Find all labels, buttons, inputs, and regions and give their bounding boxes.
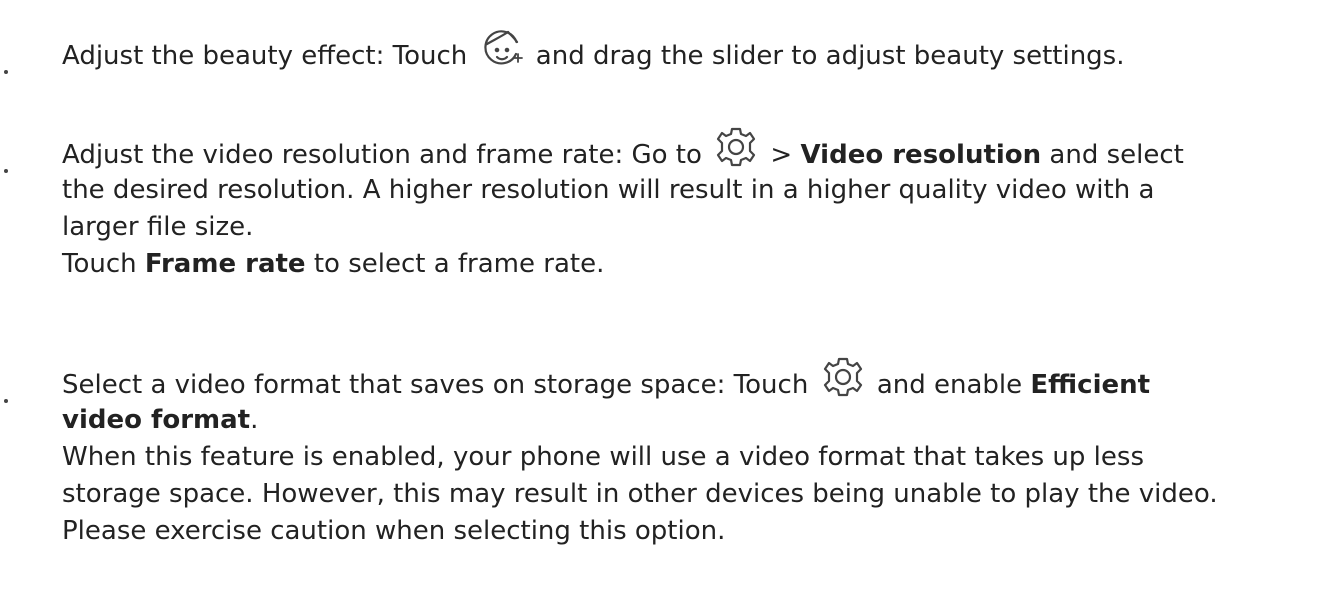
item-text: When this feature is enabled, your phone… — [62, 442, 1144, 472]
item-text: . — [250, 405, 259, 435]
menu-option-efficient-video-format-cont: video format — [62, 405, 251, 435]
item-text: and drag the slider to adjust beauty set… — [527, 41, 1125, 71]
menu-option-efficient-video-format: Efficient — [1030, 370, 1151, 400]
bullet — [0, 169, 14, 173]
bullet — [0, 70, 14, 74]
item-text: storage space. However, this may result … — [62, 479, 1218, 509]
menu-option-frame-rate: Frame rate — [144, 249, 306, 279]
settings-gear-icon — [714, 125, 758, 169]
item-text: Select a video format that saves on stor… — [62, 370, 817, 400]
item-text: larger file size. — [62, 212, 254, 242]
item-text: the desired resolution. A higher resolut… — [62, 175, 1155, 205]
item-text: Adjust the video resolution and frame ra… — [62, 140, 711, 170]
item-text: > — [762, 140, 801, 170]
menu-option-video-resolution: Video resolution — [800, 140, 1042, 170]
settings-gear-icon — [821, 355, 865, 399]
bullet — [0, 399, 14, 403]
beauty-face-icon — [480, 26, 524, 70]
item-text: Adjust the beauty effect: Touch — [62, 41, 476, 71]
item-text: Touch — [62, 249, 145, 279]
item-text: and enable — [868, 370, 1031, 400]
item-text: Please exercise caution when selecting t… — [62, 516, 726, 546]
item-text: and select — [1041, 140, 1184, 170]
item-text: to select a frame rate. — [305, 249, 605, 279]
